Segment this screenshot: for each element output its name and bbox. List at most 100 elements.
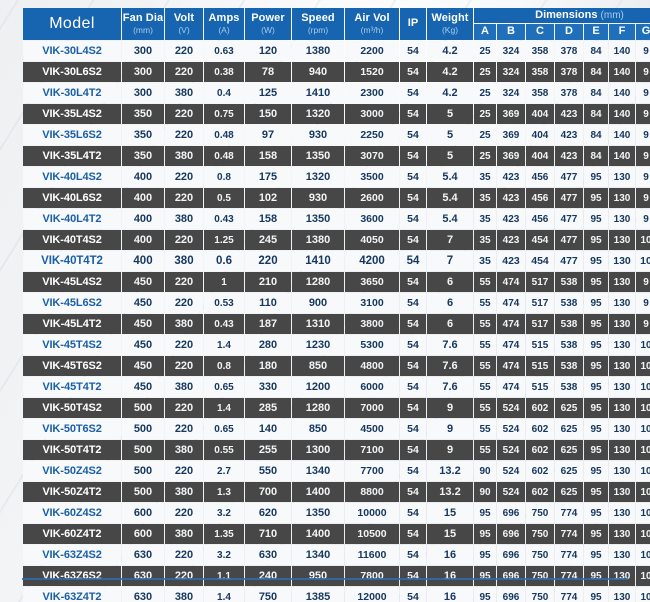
table-row[interactable]: VIK-63Z6S2 630 220 1.1 240 950 7800 54 16 95 696 75… bbox=[23, 566, 650, 586]
cell-dim-c: 750 bbox=[526, 587, 554, 602]
table-row[interactable]: VIK-40L4T2 400 380 0.43 158 1350 3600 54 5.4 35 42… bbox=[23, 209, 650, 229]
table-row[interactable]: VIK-40L4S2 400 220 0.8 175 1320 3500 54 5.4 35 423… bbox=[23, 167, 650, 187]
cell-dim-a: 25 bbox=[474, 83, 496, 103]
cell-dim-a: 55 bbox=[474, 440, 496, 460]
header-model: Model bbox=[23, 8, 121, 40]
cell-volt: 380 bbox=[165, 146, 203, 166]
cell-air-vol: 7800 bbox=[345, 566, 399, 586]
header-dim-d: D bbox=[555, 24, 583, 40]
cell-dim-d: 774 bbox=[555, 587, 583, 602]
table-row[interactable]: VIK-50T6S2 500 220 0.65 140 850 4500 54 9 55 524 60… bbox=[23, 419, 650, 439]
cell-dim-f: 130 bbox=[609, 524, 635, 544]
cell-volt: 380 bbox=[165, 251, 203, 271]
cell-dim-a: 25 bbox=[474, 125, 496, 145]
table-row[interactable]: VIK-35L4T2 350 380 0.48 158 1350 3070 54 5 25 369 4… bbox=[23, 146, 650, 166]
cell-dim-c: 750 bbox=[526, 566, 554, 586]
cell-dim-e: 95 bbox=[584, 482, 608, 502]
table-row[interactable]: VIK-50T4S2 500 220 1.4 285 1280 7000 54 9 55 524 60… bbox=[23, 398, 650, 418]
cell-power: 97 bbox=[245, 125, 291, 145]
cell-model: VIK-50T4S2 bbox=[23, 398, 121, 418]
cell-power: 120 bbox=[245, 41, 291, 61]
cell-model: VIK-45L4T2 bbox=[23, 314, 121, 334]
cell-model: VIK-35L6S2 bbox=[23, 125, 121, 145]
cell-ip: 54 bbox=[400, 251, 426, 271]
header-ip: IP bbox=[400, 8, 426, 40]
table-row[interactable]: VIK-40T4T2 400 380 0.6 220 1410 4200 54 7 35 423 45… bbox=[23, 251, 650, 271]
cell-fan-dia: 500 bbox=[122, 419, 164, 439]
header-fan-dia-unit: (mm) bbox=[133, 24, 153, 35]
table-row[interactable]: VIK-30L4S2 300 220 0.63 120 1380 2200 54 4.2 25 32… bbox=[23, 41, 650, 61]
cell-ip: 54 bbox=[400, 503, 426, 523]
cell-model: VIK-35L4T2 bbox=[23, 146, 121, 166]
table-row[interactable]: VIK-45T4S2 450 220 1.4 280 1230 5300 54 7.6 55 474… bbox=[23, 335, 650, 355]
table-row[interactable]: VIK-50Z4T2 500 380 1.3 700 1400 8800 54 13.2 90 52… bbox=[23, 482, 650, 502]
cell-volt: 220 bbox=[165, 167, 203, 187]
cell-amps: 1.4 bbox=[204, 587, 244, 602]
cell-model: VIK-60Z4T2 bbox=[23, 524, 121, 544]
table-row[interactable]: VIK-40L6S2 400 220 0.5 102 930 2600 54 5.4 35 423 4… bbox=[23, 188, 650, 208]
cell-dim-a: 55 bbox=[474, 398, 496, 418]
table-row[interactable]: VIK-45T6S2 450 220 0.8 180 850 4800 54 7.6 55 474 5… bbox=[23, 356, 650, 376]
cell-amps: 1.35 bbox=[204, 524, 244, 544]
header-dim-g: G bbox=[636, 24, 650, 40]
table-row[interactable]: VIK-63Z4T2 630 380 1.4 750 1385 12000 54 16 95 696… bbox=[23, 587, 650, 602]
table-row[interactable]: VIK-50T4T2 500 380 0.55 255 1300 7100 54 9 55 524 6… bbox=[23, 440, 650, 460]
cell-dim-e: 84 bbox=[584, 83, 608, 103]
header-speed: Speed (rpm) bbox=[292, 8, 344, 40]
cell-dim-a: 55 bbox=[474, 335, 496, 355]
header-fan-dia: Fan Dia (mm) bbox=[122, 8, 164, 40]
cell-dim-g: 9 bbox=[636, 125, 650, 145]
cell-amps: 1.4 bbox=[204, 335, 244, 355]
cell-dim-g: 10 bbox=[636, 230, 650, 250]
cell-dim-a: 55 bbox=[474, 419, 496, 439]
table-row[interactable]: VIK-40T4S2 400 220 1.25 245 1380 4050 54 7 35 423 4… bbox=[23, 230, 650, 250]
cell-volt: 220 bbox=[165, 419, 203, 439]
cell-weight: 7.6 bbox=[427, 356, 473, 376]
cell-weight: 9 bbox=[427, 419, 473, 439]
cell-dim-e: 95 bbox=[584, 209, 608, 229]
table-row[interactable]: VIK-35L4S2 350 220 0.75 150 1320 3000 54 5 25 369 4… bbox=[23, 104, 650, 124]
cell-dim-a: 35 bbox=[474, 251, 496, 271]
cell-dim-b: 696 bbox=[497, 524, 525, 544]
cell-speed: 950 bbox=[292, 566, 344, 586]
cell-dim-g: 9 bbox=[636, 167, 650, 187]
table-row[interactable]: VIK-30L4T2 300 380 0.4 125 1410 2300 54 4.2 25 324… bbox=[23, 83, 650, 103]
table-row[interactable]: VIK-50Z4S2 500 220 2.7 550 1340 7700 54 13.2 90 52… bbox=[23, 461, 650, 481]
header-dim-c: C bbox=[526, 24, 554, 40]
table-row[interactable]: VIK-45T4T2 450 380 0.65 330 1200 6000 54 7.6 55 47… bbox=[23, 377, 650, 397]
cell-amps: 0.43 bbox=[204, 209, 244, 229]
cell-air-vol: 3000 bbox=[345, 104, 399, 124]
cell-speed: 1340 bbox=[292, 461, 344, 481]
cell-fan-dia: 630 bbox=[122, 587, 164, 602]
cell-volt: 220 bbox=[165, 62, 203, 82]
cell-air-vol: 2300 bbox=[345, 83, 399, 103]
cell-dim-a: 25 bbox=[474, 104, 496, 124]
cell-speed: 1340 bbox=[292, 545, 344, 565]
cell-dim-a: 55 bbox=[474, 314, 496, 334]
cell-dim-g: 9 bbox=[636, 146, 650, 166]
cell-weight: 5 bbox=[427, 104, 473, 124]
cell-weight: 7.6 bbox=[427, 377, 473, 397]
cell-speed: 1350 bbox=[292, 209, 344, 229]
cell-dim-a: 25 bbox=[474, 62, 496, 82]
fan-specification-table: Model Fan Dia (mm) Volt (V) Amps (A) Pow… bbox=[22, 7, 650, 602]
table-row[interactable]: VIK-45L4S2 450 220 1 210 1280 3650 54 6 55 474 517 5… bbox=[23, 272, 650, 292]
cell-dim-g: 10 bbox=[636, 482, 650, 502]
cell-power: 140 bbox=[245, 419, 291, 439]
cell-dim-g: 10 bbox=[636, 335, 650, 355]
cell-weight: 5 bbox=[427, 125, 473, 145]
table-row[interactable]: VIK-45L4T2 450 380 0.43 187 1310 3800 54 6 55 474 5… bbox=[23, 314, 650, 334]
cell-dim-g: 10 bbox=[636, 377, 650, 397]
table-row[interactable]: VIK-45L6S2 450 220 0.53 110 900 3100 54 6 55 474 51… bbox=[23, 293, 650, 313]
cell-dim-f: 130 bbox=[609, 314, 635, 334]
table-row[interactable]: VIK-35L6S2 350 220 0.48 97 930 2250 54 5 25 369 404… bbox=[23, 125, 650, 145]
cell-weight: 9 bbox=[427, 440, 473, 460]
table-row[interactable]: VIK-60Z4T2 600 380 1.35 710 1400 10500 54 15 95 69… bbox=[23, 524, 650, 544]
table-row[interactable]: VIK-63Z4S2 630 220 3.2 630 1340 11600 54 16 95 696… bbox=[23, 545, 650, 565]
cell-dim-c: 750 bbox=[526, 524, 554, 544]
cell-power: 187 bbox=[245, 314, 291, 334]
cell-air-vol: 8800 bbox=[345, 482, 399, 502]
cell-ip: 54 bbox=[400, 230, 426, 250]
table-row[interactable]: VIK-30L6S2 300 220 0.38 78 940 1520 54 4.2 25 324 3… bbox=[23, 62, 650, 82]
table-row[interactable]: VIK-60Z4S2 600 220 3.2 620 1350 10000 54 15 95 696… bbox=[23, 503, 650, 523]
